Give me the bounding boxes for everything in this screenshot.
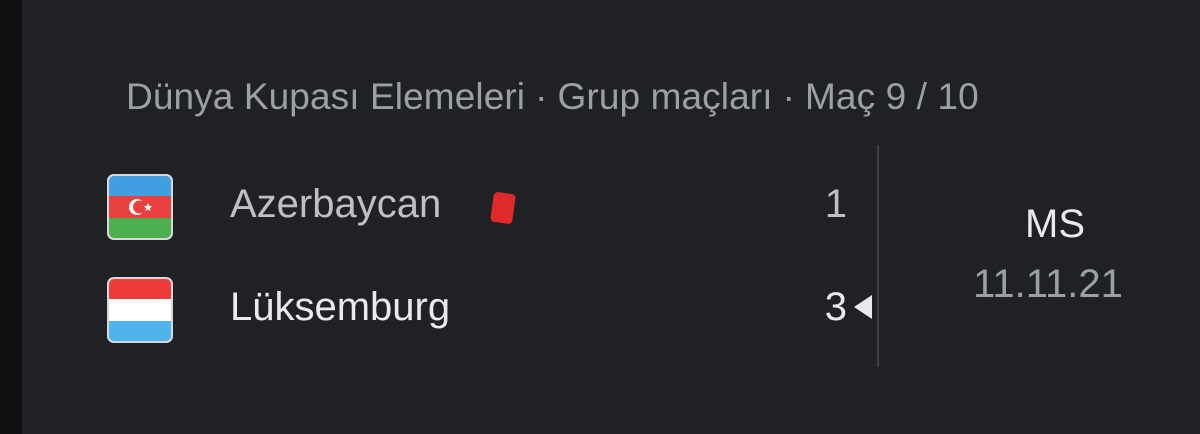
header-separator: · — [535, 76, 548, 117]
azerbaijan-flag-icon — [107, 174, 173, 240]
competition-label: Dünya Kupası Elemeleri — [126, 76, 526, 117]
home-team-name: Azerbaycan — [230, 182, 442, 226]
match-header: Dünya Kupası Elemeleri · Grup maçları · Maç … — [126, 76, 979, 118]
red-card-icon — [490, 191, 516, 225]
team-row-home[interactable]: Azerbaycan 1 — [107, 174, 847, 242]
home-team-score: 1 — [824, 182, 847, 226]
header-separator: · — [782, 76, 796, 117]
match-status: MS — [1025, 202, 1085, 246]
score-status-divider — [877, 145, 879, 367]
matchday-label: Maç 9 / 10 — [805, 76, 979, 117]
team-row-away[interactable]: Lüksemburg 3 — [107, 277, 847, 345]
away-team-name: Lüksemburg — [230, 285, 451, 329]
match-date: 11.11.21 — [973, 262, 1123, 306]
away-team-score: 3 — [824, 285, 847, 329]
left-edge-strip — [0, 0, 22, 434]
winner-indicator-icon — [854, 295, 872, 319]
stage-label: Grup maçları — [557, 76, 773, 117]
luxembourg-flag-icon — [107, 277, 173, 343]
